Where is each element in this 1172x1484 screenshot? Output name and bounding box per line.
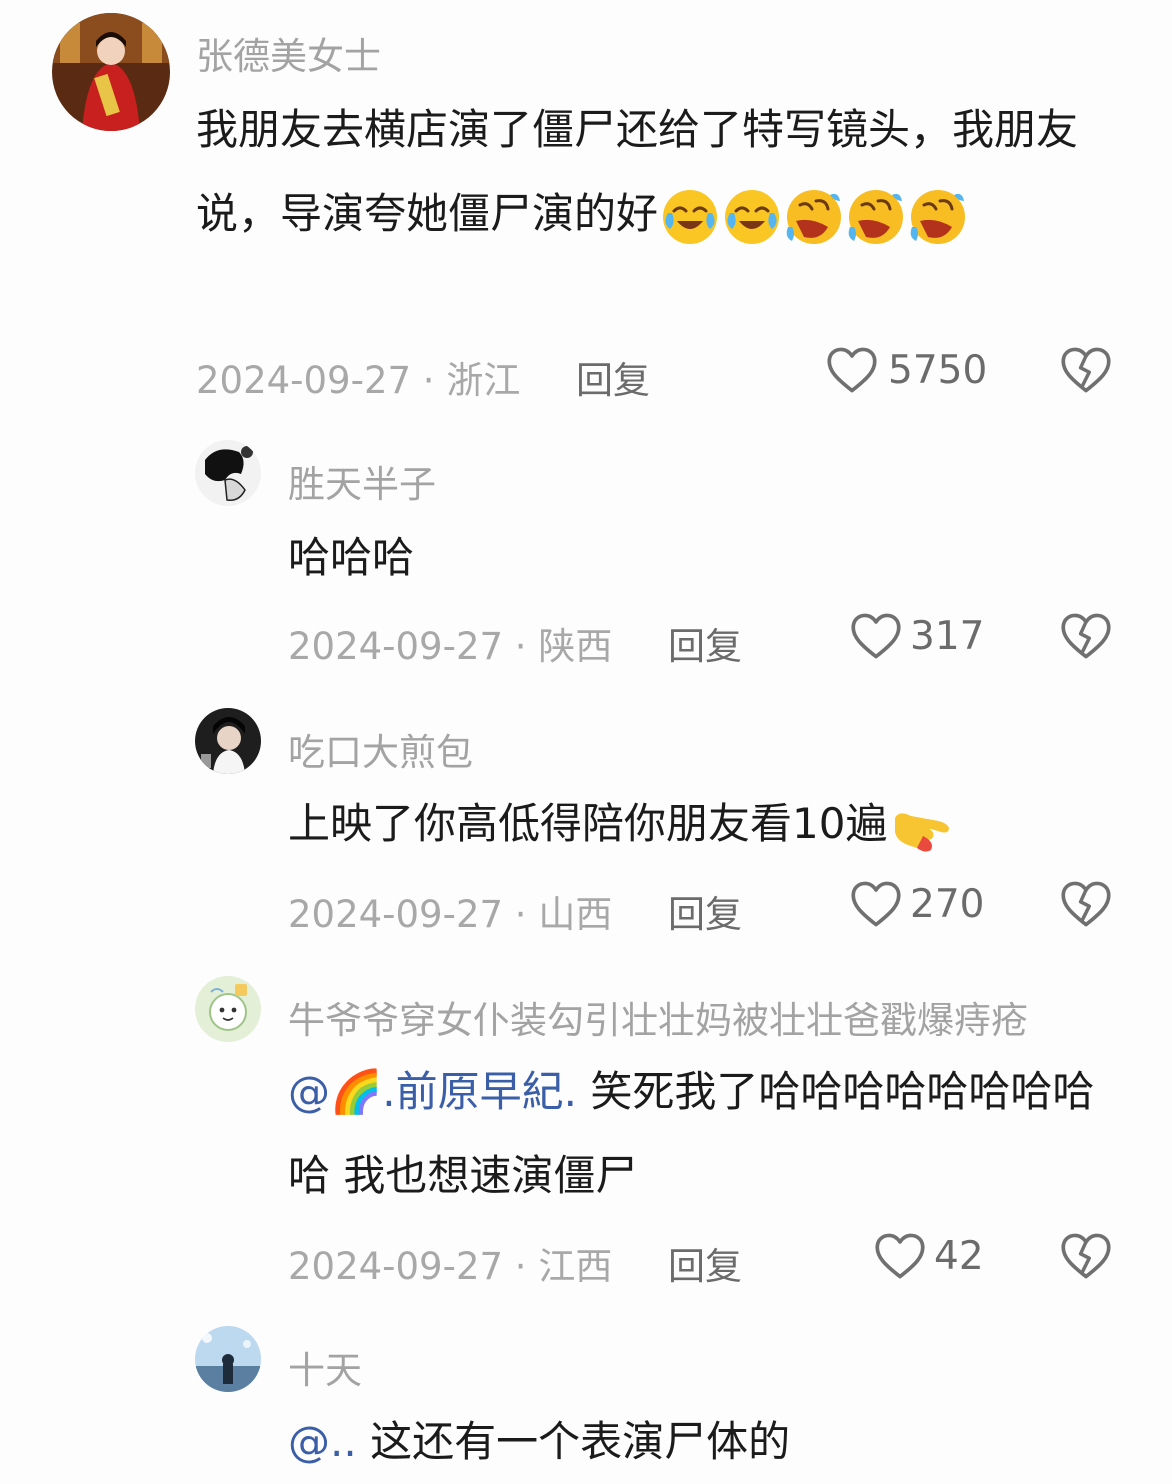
heart-outline-icon [850, 612, 902, 660]
like-button[interactable]: 317 [850, 612, 984, 660]
dislike-button[interactable] [1060, 346, 1112, 394]
broken-heart-icon [1060, 880, 1112, 928]
comment-text: @🌈.前原早紀. 笑死我了哈哈哈哈哈哈哈哈哈 我也想速演僵尸 [288, 1050, 1098, 1218]
broken-heart-icon [1060, 346, 1112, 394]
avatar[interactable] [52, 13, 170, 131]
avatar[interactable] [195, 440, 261, 506]
rolling-laughing-emoji [846, 187, 906, 247]
comment-location: 浙江 [446, 359, 521, 402]
comment-text: 上映了你高低得陪你朋友看10遍 [288, 782, 1108, 866]
comment-text-body: 上映了你高低得陪你朋友看10遍 [288, 799, 888, 848]
rolling-laughing-emoji [784, 187, 844, 247]
comment-date: 2024-09-27 [196, 359, 412, 402]
rolling-laughing-emoji [908, 187, 968, 247]
comment-meta: 2024-09-27 · 浙江 [196, 350, 520, 404]
like-count: 317 [910, 613, 985, 659]
meta-separator: · [411, 359, 447, 402]
username[interactable]: 吃口大煎包 [288, 722, 473, 776]
like-count: 270 [910, 881, 985, 927]
like-count: 5750 [888, 347, 988, 393]
comment-meta: 2024-09-27 · 江西 [288, 1236, 612, 1290]
comment-location: 山西 [538, 893, 613, 936]
dislike-button[interactable] [1060, 880, 1112, 928]
comment-text: @.. 这还有一个表演尸体的 [288, 1400, 1108, 1484]
dislike-button[interactable] [1060, 612, 1112, 660]
like-button[interactable]: 42 [874, 1232, 984, 1280]
username[interactable]: 胜天半子 [288, 454, 436, 508]
meta-separator: · [503, 625, 539, 668]
dislike-button[interactable] [1060, 1232, 1112, 1280]
meta-separator: · [503, 1245, 539, 1288]
comment-text-body: 哈哈哈 [288, 533, 415, 582]
comment-meta: 2024-09-27 · 陕西 [288, 616, 612, 670]
like-count: 42 [934, 1233, 984, 1279]
reply-item: 牛爷爷穿女仆装勾引壮壮妈被壮壮爸戳爆痔疮 @🌈.前原早紀. 笑死我了哈哈哈哈哈哈… [0, 960, 1172, 1300]
comment-text-body: 这还有一个表演尸体的 [370, 1417, 791, 1466]
username[interactable]: 牛爷爷穿女仆装勾引壮壮妈被壮壮爸戳爆痔疮 [288, 990, 1028, 1044]
heart-outline-icon [850, 880, 902, 928]
like-button[interactable]: 5750 [826, 346, 987, 394]
like-button[interactable]: 270 [850, 880, 984, 928]
avatar[interactable] [195, 1326, 261, 1392]
username[interactable]: 十天 [288, 1340, 362, 1394]
mention-link[interactable]: @.. [288, 1417, 357, 1466]
crying-laughing-emoji [722, 187, 782, 247]
username[interactable]: 张德美女士 [196, 26, 381, 80]
comment-item: 张德美女士 我朋友去横店演了僵尸还给了特写镜头，我朋友说，导演夸她僵尸演的好 2… [0, 0, 1172, 420]
broken-heart-icon [1060, 612, 1112, 660]
comment-date: 2024-09-27 [288, 1245, 504, 1288]
reply-item: 吃口大煎包 上映了你高低得陪你朋友看10遍 2024-09-27 · 山西 回复… [0, 690, 1172, 950]
reply-button[interactable]: 回复 [576, 350, 650, 404]
heart-outline-icon [874, 1232, 926, 1280]
avatar[interactable] [195, 976, 261, 1042]
meta-separator: · [503, 893, 539, 936]
comment-text: 哈哈哈 [288, 516, 1108, 600]
reply-item: 十天 @.. 这还有一个表演尸体的 [0, 1310, 1172, 1476]
crying-laughing-emoji [660, 187, 720, 247]
reply-button[interactable]: 回复 [668, 1236, 742, 1290]
reply-button[interactable]: 回复 [668, 616, 742, 670]
reply-button[interactable]: 回复 [668, 884, 742, 938]
pointing-hand-emoji [889, 802, 953, 852]
comment-date: 2024-09-27 [288, 625, 504, 668]
comment-meta: 2024-09-27 · 山西 [288, 884, 612, 938]
broken-heart-icon [1060, 1232, 1112, 1280]
comment-location: 陕西 [538, 625, 613, 668]
comment-date: 2024-09-27 [288, 893, 504, 936]
reply-item: 胜天半子 哈哈哈 2024-09-27 · 陕西 回复 317 [0, 420, 1172, 680]
comment-text: 我朋友去横店演了僵尸还给了特写镜头，我朋友说，导演夸她僵尸演的好 [196, 88, 1106, 256]
comment-location: 江西 [538, 1245, 613, 1288]
heart-outline-icon [826, 346, 878, 394]
mention-link[interactable]: @🌈.前原早紀. [288, 1067, 577, 1116]
avatar[interactable] [195, 708, 261, 774]
